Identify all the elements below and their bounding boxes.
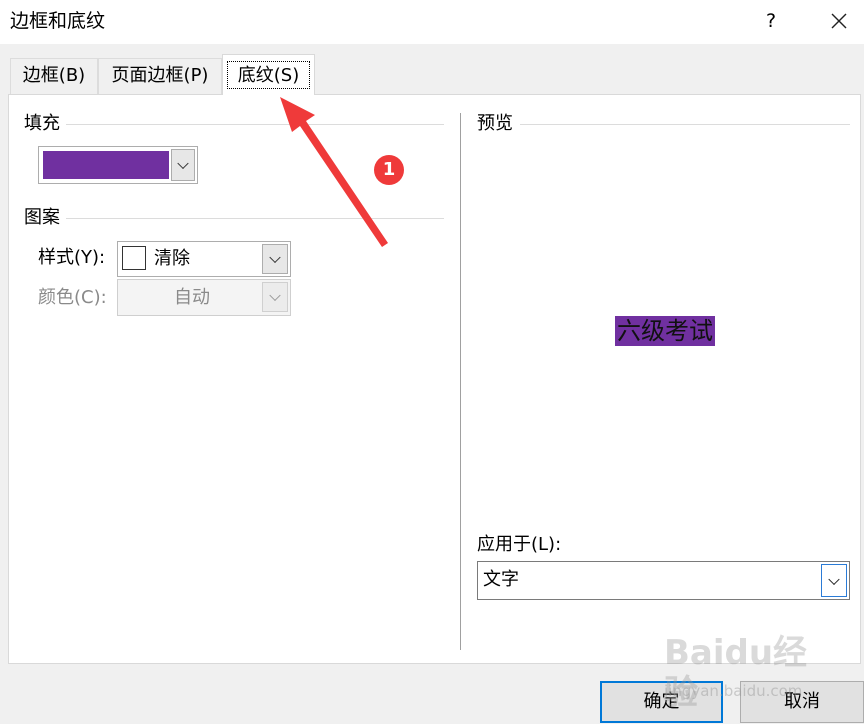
watermark-url: jingyan.baidu.com — [664, 682, 803, 700]
step-badge: 1 — [374, 155, 404, 185]
dialog-title: 边框和底纹 — [10, 10, 106, 32]
tab-page-border[interactable]: 页面边框(P) — [98, 58, 222, 94]
style-combo[interactable]: 清除 — [117, 241, 291, 277]
tab-borders-label: 边框(B) — [22, 65, 86, 86]
color-label: 颜色(C): — [38, 287, 107, 308]
tab-page-border-label: 页面边框(P) — [111, 65, 209, 86]
apply-to-value: 文字 — [483, 569, 519, 590]
clear-swatch — [122, 246, 146, 270]
preview-sample-text: 六级考试 — [615, 316, 715, 346]
pattern-color-combo[interactable]: 自动 — [117, 279, 291, 316]
apply-to-combo[interactable]: 文字 — [477, 561, 850, 600]
fill-color-swatch — [43, 151, 169, 179]
close-icon — [831, 13, 847, 29]
chevron-down-icon — [828, 573, 840, 585]
chevron-down-icon — [177, 157, 189, 170]
apply-to-dropdown-button[interactable] — [821, 564, 847, 597]
panel-separator — [460, 113, 461, 650]
fill-color-dropdown[interactable] — [38, 146, 198, 184]
title-bar — [0, 0, 864, 44]
style-label: 样式(Y): — [38, 247, 106, 268]
chevron-down-icon — [269, 289, 281, 302]
pattern-color-value: 自动 — [174, 287, 210, 308]
help-button[interactable]: ? — [754, 6, 788, 36]
pattern-color-dropdown-button[interactable] — [262, 282, 288, 312]
style-value: 清除 — [154, 248, 190, 269]
fill-section-label: 填充 — [24, 113, 60, 134]
preview-section-label: 预览 — [477, 113, 513, 134]
apply-to-label: 应用于(L): — [477, 534, 562, 555]
pattern-section-label: 图案 — [24, 207, 60, 228]
preview-divider — [520, 124, 850, 125]
tab-shading[interactable]: 底纹(S) — [222, 54, 315, 95]
tab-shading-label: 底纹(S) — [237, 65, 300, 86]
fill-dropdown-button[interactable] — [171, 149, 195, 181]
close-button[interactable] — [822, 6, 856, 36]
watermark-logo: Baidu经验 — [664, 633, 808, 713]
tab-borders[interactable]: 边框(B) — [10, 58, 98, 94]
